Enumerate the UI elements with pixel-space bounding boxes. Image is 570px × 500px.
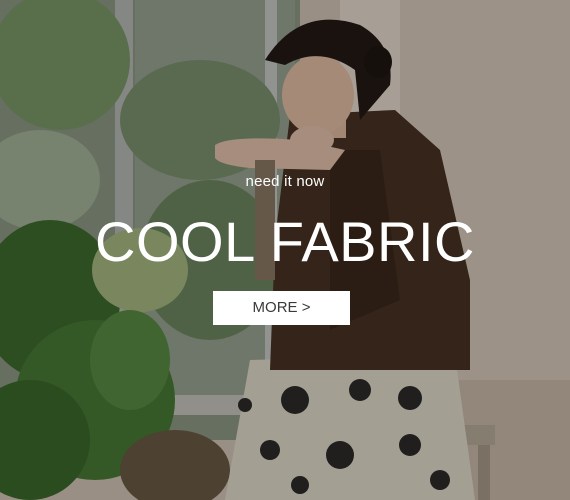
banner-tagline: need it now bbox=[245, 173, 325, 190]
hero-banner[interactable]: need it now COOL FABRIC MORE > bbox=[0, 0, 570, 500]
banner-headline: COOL FABRIC bbox=[95, 210, 475, 273]
more-button[interactable]: MORE > bbox=[213, 291, 350, 325]
